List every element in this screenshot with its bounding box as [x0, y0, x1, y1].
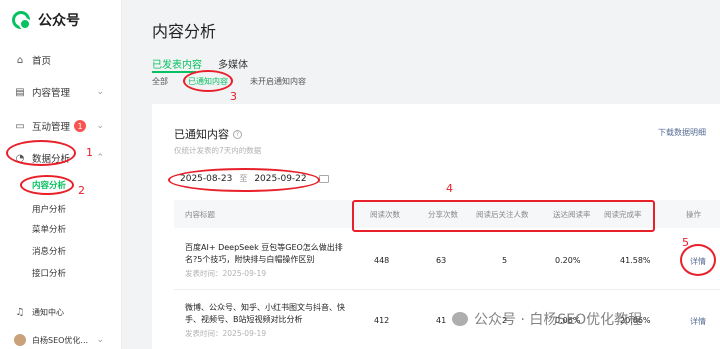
sidebar-subitem-user-analysis[interactable]: 用户分析 — [32, 203, 66, 217]
tab-published[interactable]: 已发表内容 — [152, 56, 202, 71]
row-title[interactable]: 百度AI+ DeepSeek 豆包等GEO怎么做出排名?5个技巧，附快排与白帽操… — [185, 242, 355, 266]
wechat-icon — [452, 312, 468, 326]
avatar — [14, 334, 26, 346]
home-icon: ⌂ — [16, 54, 24, 66]
download-data-link[interactable]: 下载数据明细 — [658, 127, 706, 138]
annotation-oval-data-analysis — [6, 140, 76, 166]
chevron-down-icon: ⌄ — [96, 335, 104, 345]
row-time: 发表时间：2025-09-19 — [185, 269, 267, 278]
sidebar-item-label: 首页 — [32, 56, 52, 67]
watermark: 公众号 · 白杨SEO优化教程 — [452, 309, 642, 329]
chevron-down-icon: ⌄ — [96, 87, 104, 97]
row-reads: 412 — [374, 316, 390, 325]
chevron-up-icon: ⌃ — [96, 153, 104, 163]
subtab-all[interactable]: 全部 — [152, 76, 168, 87]
detail-link[interactable]: 详情 — [690, 316, 706, 327]
row-time: 发表时间：2025-09-19 — [185, 329, 267, 338]
sidebar: 公众号 ⌂ 首页 ▤ 内容管理 ⌄ ▭ 互动管理 1 ⌄ ◔ 数据分析 ⌃ 内容… — [0, 0, 122, 349]
account-switcher[interactable]: 白杨SEO优化... ⌄ — [14, 330, 110, 349]
row-shares: 41 — [436, 316, 447, 325]
account-name: 白杨SEO优化... — [32, 335, 89, 345]
page-title: 内容分析 — [152, 22, 217, 41]
sidebar-item-notification-center[interactable]: ♫ 通知中心 — [14, 302, 110, 322]
annotation-oval-notified-tab — [183, 70, 233, 92]
document-icon: ▤ — [15, 86, 25, 98]
table-row[interactable]: 百度AI+ DeepSeek 豆包等GEO怎么做出排名?5个技巧，附快排与白帽操… — [174, 228, 720, 290]
sidebar-subitem-menu-analysis[interactable]: 菜单分析 — [32, 223, 66, 237]
row-completion-rate: 41.58% — [620, 256, 651, 265]
row-delivery-rate: 0.20% — [555, 256, 581, 265]
annotation-oval-date-range — [168, 168, 320, 192]
chat-icon: ▭ — [15, 120, 25, 132]
annotation-number-1: 1 — [86, 146, 93, 159]
header-action: 操作 — [686, 210, 701, 219]
sidebar-item-label: 通知中心 — [32, 307, 64, 317]
sidebar-item-content-management[interactable]: ▤ 内容管理 ⌄ — [14, 82, 110, 102]
app-name: 公众号 — [38, 13, 80, 29]
help-icon[interactable]: ? — [233, 129, 242, 139]
annotation-oval-content-analysis — [20, 175, 74, 195]
sidebar-subitem-api-analysis[interactable]: 接口分析 — [32, 267, 66, 281]
chevron-down-icon: ⌄ — [96, 121, 104, 131]
annotation-box-metrics — [352, 200, 655, 232]
app-logo[interactable]: 公众号 — [12, 10, 80, 30]
wechat-official-logo-icon — [12, 11, 31, 30]
calendar-icon — [318, 174, 329, 183]
card-title: 已通知内容 ? — [174, 126, 242, 142]
sidebar-item-label: 内容管理 — [32, 88, 71, 99]
annotation-number-3: 3 — [230, 90, 237, 103]
sidebar-item-interaction[interactable]: ▭ 互动管理 1 ⌄ — [14, 116, 110, 136]
sidebar-item-label: 互动管理 — [32, 122, 71, 133]
annotation-oval-detail — [680, 244, 716, 276]
annotation-number-2: 2 — [78, 184, 85, 197]
card-note: 仅统计发表的7天内的数据 — [174, 146, 262, 155]
row-reads: 448 — [374, 256, 390, 265]
notification-badge: 1 — [74, 120, 87, 132]
row-shares: 63 — [436, 256, 447, 265]
subtab-not-notified[interactable]: 未开启通知内容 — [250, 76, 306, 87]
annotation-number-4: 4 — [446, 182, 453, 195]
header-title: 内容标题 — [185, 210, 215, 219]
bell-icon: ♫ — [15, 306, 25, 318]
row-title[interactable]: 微博、公众号、知乎、小红书图文与抖音、快手、视频号、B站短视频对比分析 — [185, 302, 355, 326]
tab-multimedia[interactable]: 多媒体 — [218, 56, 248, 71]
sidebar-item-home[interactable]: ⌂ 首页 — [14, 50, 110, 70]
row-follows: 5 — [502, 256, 508, 265]
sidebar-subitem-message-analysis[interactable]: 消息分析 — [32, 245, 66, 259]
